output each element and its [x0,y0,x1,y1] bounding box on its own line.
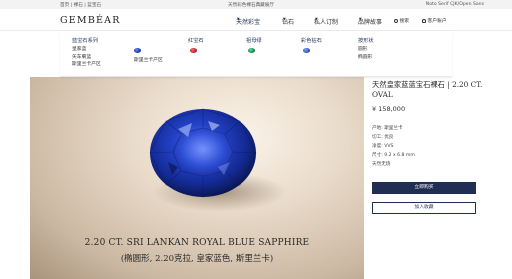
product-hero-image: 2.20 CT. SRI LANKAN ROYAL BLUE SAPPHIRE … [30,77,364,279]
spec-cut: 切工: 优良 [372,135,394,140]
menu-col-title[interactable]: 祖母绿 [246,37,262,44]
menu-col-title[interactable]: 按形状 [358,37,374,44]
menu-col-sapphire: 蓝宝石系列 皇家蓝 矢车菊蓝 斯里兰卡产区 [72,37,101,69]
sapphire-gem-image [149,108,257,198]
menu-item[interactable]: 椭圆形 [358,54,374,62]
menu-col-emerald: 祖母绿 [246,37,262,46]
menu-col-shapes: 按形状 圆形 椭圆形 [358,37,374,61]
hero-caption-title: 2.20 CT. SRI LANKAN ROYAL BLUE SAPPHIRE [84,238,310,248]
menu-item[interactable]: 皇家蓝 [72,46,101,54]
font-note: Noto Serif CJK/Open Sans [425,2,484,7]
hero-caption-subtitle: (椭圆形, 2.20克拉, 皇家蓝色, 斯里兰卡) [120,254,274,264]
search-icon [394,18,398,23]
site-header: GEMBÉAR 天然彩宝 ▼ 钻石 ▼ 私人订制 ▼ 品牌故事 ▼ 搜索 客户账户 [0,9,512,31]
menu-col-ruby: 红宝石 [188,37,204,46]
chevron-down-icon: ▼ [359,17,362,21]
menu-col-title[interactable]: 彩色钻石 [301,37,322,44]
breadcrumb[interactable]: 首页 | 裸石 | 蓝宝石 [60,2,101,8]
mega-menu: 蓝宝石系列 皇家蓝 矢车菊蓝 斯里兰卡产区 斯里兰卡产区 红宝石 祖母绿 彩色钻… [60,31,452,77]
spec-size: 尺寸: 9.2 x 6.8 mm [372,153,415,158]
buy-now-button[interactable]: 立即购买 [372,182,476,194]
user-icon [422,18,426,23]
menu-col-title[interactable]: 蓝宝石系列 [72,37,101,44]
menu-item[interactable]: 圆形 [358,46,374,54]
spec-treatment: 天然无烧 [372,162,391,167]
fancy-diamond-gem-icon [303,48,310,53]
promo-text: 天然彩色裸石典藏展厅 [228,3,274,8]
menu-item[interactable]: 斯里兰卡产区 [134,56,163,63]
account-button[interactable]: 客户账户 [422,17,447,24]
ruby-gem-icon [190,48,197,53]
chevron-down-icon: ▼ [315,17,318,21]
add-to-wishlist-button[interactable]: 加入收藏 [372,202,476,214]
chevron-down-icon: ▼ [283,17,286,21]
menu-item[interactable]: 斯里兰卡产区 [72,61,101,69]
account-label: 客户账户 [427,19,447,24]
top-utility-bar: 首页 | 裸石 | 蓝宝石 天然彩色裸石典藏展厅 Noto Serif CJK/… [0,0,512,9]
search-button[interactable]: 搜索 [394,17,409,24]
product-title: 天然皇家蓝蓝宝石裸石 | 2.20 CT. OVAL [372,80,483,99]
menu-col-title[interactable]: 红宝石 [188,37,204,44]
spec-origin: 产地: 斯里兰卡 [372,126,403,131]
menu-col-fancy-diamond: 彩色钻石 [301,37,322,46]
brand-logo[interactable]: GEMBÉAR [60,15,121,26]
product-price: ¥ 158,000 [372,105,406,114]
emerald-gem-icon [248,48,255,53]
spec-clarity: 净度: VVS [372,144,394,149]
chevron-down-icon: ▼ [237,17,240,21]
search-label: 搜索 [399,19,410,24]
menu-item[interactable]: 矢车菊蓝 [72,54,101,62]
sapphire-gem-icon [134,48,141,53]
product-info-panel: 天然皇家蓝蓝宝石裸石 | 2.20 CT. OVAL ¥ 158,000 产地:… [372,80,484,214]
